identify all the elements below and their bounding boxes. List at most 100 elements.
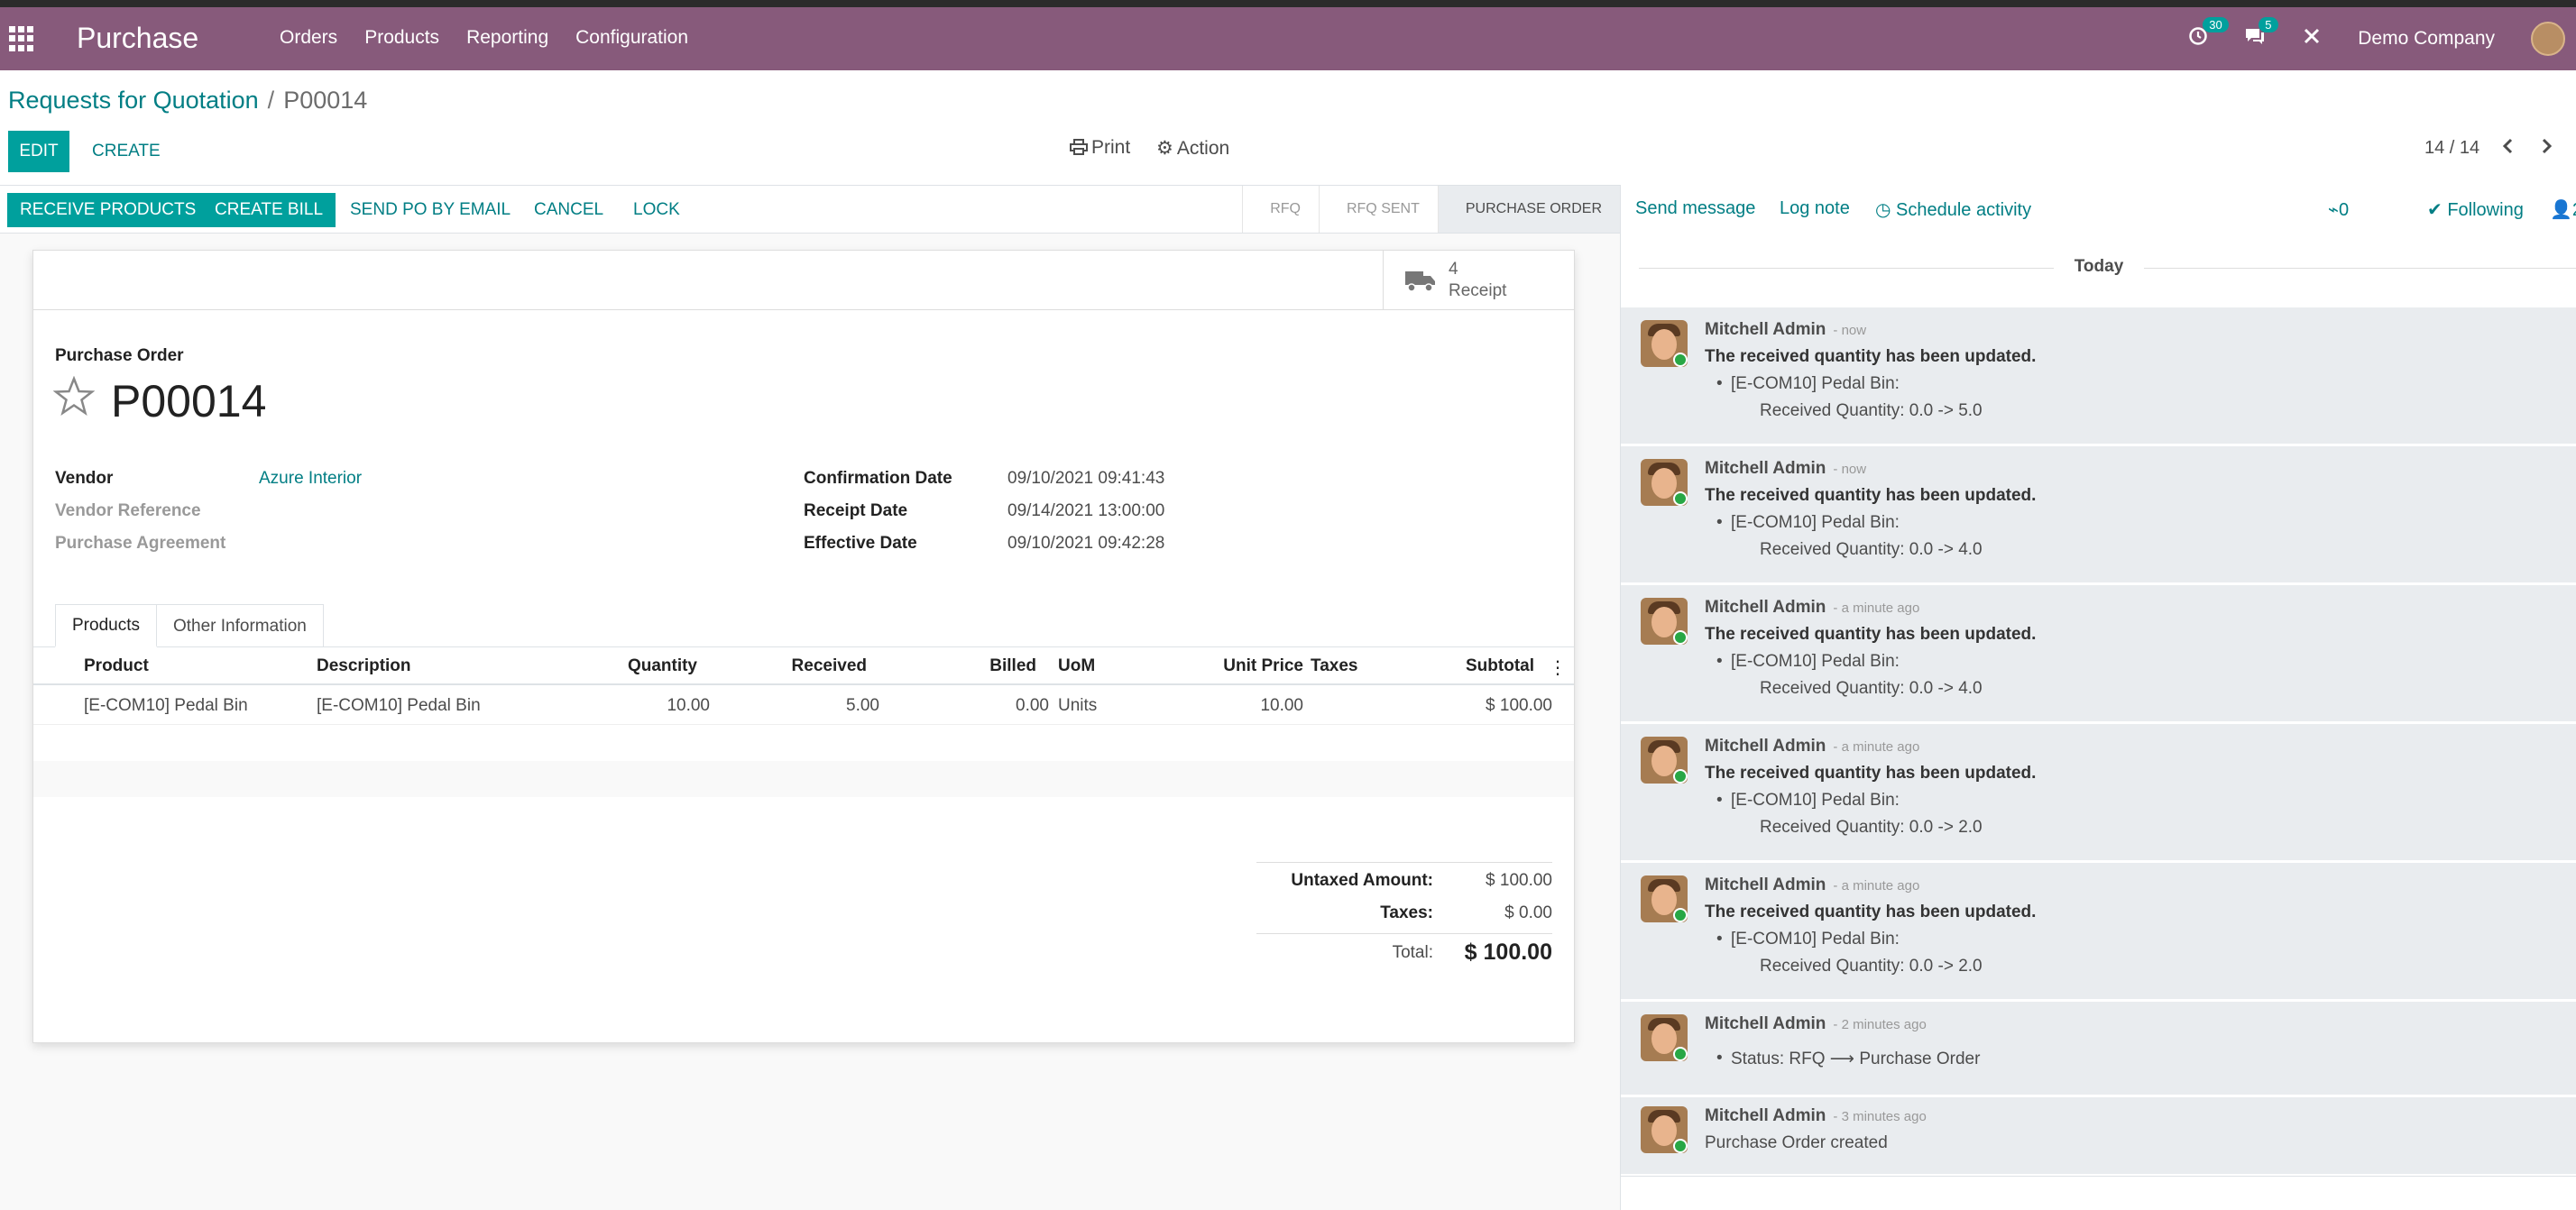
message-author[interactable]: Mitchell Admin - a minute ago [1705, 875, 1919, 895]
totals-divider [1256, 933, 1552, 934]
chatter-message[interactable]: Mitchell Admin - a minute ago The receive… [1621, 863, 2576, 1000]
confirmation-date-value: 09/10/2021 09:41:43 [1007, 469, 1165, 488]
receipt-date-label: Receipt Date [804, 501, 908, 520]
table-row[interactable]: [E-COM10] Pedal Bin [E-COM10] Pedal Bin … [33, 687, 1574, 725]
col-product[interactable]: Product [84, 656, 149, 676]
printer-icon [1070, 139, 1088, 155]
cell-billed: 0.00 [1016, 696, 1049, 715]
chatter-message[interactable]: Mitchell Admin - 2 minutes ago Status: RF… [1621, 1002, 2576, 1095]
print-label: Print [1091, 137, 1131, 158]
message-body: Purchase Order created [1705, 1133, 1888, 1152]
col-subtotal[interactable]: Subtotal [1466, 656, 1534, 676]
message-title: The received quantity has been updated. [1705, 347, 2037, 366]
print-dropdown[interactable]: Print [1070, 137, 1130, 159]
vendor-link[interactable]: Azure Interior [259, 469, 362, 489]
author-name: Mitchell Admin [1705, 875, 1826, 894]
user-avatar[interactable] [2531, 22, 2565, 56]
stage-purchase-order[interactable]: PURCHASE ORDER [1437, 186, 1620, 233]
lock-button[interactable]: LOCK [621, 193, 693, 227]
chatter-message[interactable]: Mitchell Admin - now The received quantit… [1621, 446, 2576, 583]
untaxed-amount-label: Untaxed Amount: [1291, 871, 1433, 890]
menu-configuration[interactable]: Configuration [575, 27, 688, 49]
action-dropdown[interactable]: ⚙ Action [1156, 137, 1229, 160]
col-billed[interactable]: Billed [989, 656, 1036, 676]
message-title: The received quantity has been updated. [1705, 625, 2037, 644]
total-label: Total: [1392, 943, 1433, 962]
app-name[interactable]: Purchase [77, 22, 198, 55]
purchase-agreement-label: Purchase Agreement [55, 534, 226, 553]
message-detail: Received Quantity: 0.0 -> 4.0 [1760, 679, 1983, 698]
message-date: - now [1833, 462, 1867, 477]
col-uom[interactable]: UoM [1058, 656, 1095, 676]
author-name: Mitchell Admin [1705, 737, 1826, 756]
chatter-topbar: Send message Log note ◷ Schedule activit… [1621, 185, 2576, 234]
chatter-message[interactable]: Mitchell Admin - 3 minutes ago Purchase O… [1621, 1097, 2576, 1175]
create-button[interactable]: CREATE [83, 131, 170, 172]
create-bill-button[interactable]: CREATE BILL [202, 193, 336, 227]
user-icon: 👤 [2550, 200, 2572, 220]
message-detail: Received Quantity: 0.0 -> 2.0 [1760, 957, 1983, 976]
message-author[interactable]: Mitchell Admin - 3 minutes ago [1705, 1106, 1927, 1126]
author-name: Mitchell Admin [1705, 1106, 1826, 1125]
cancel-button[interactable]: CANCEL [521, 193, 616, 227]
pager-previous-icon[interactable] [2500, 135, 2516, 163]
message-bullet: [E-COM10] Pedal Bin: [1716, 513, 1900, 533]
top-navbar: Purchase Orders Products Reporting Confi… [0, 7, 2576, 70]
breadcrumb-rfq-link[interactable]: Requests for Quotation [8, 87, 259, 114]
receive-products-button[interactable]: RECEIVE PRODUCTS [7, 193, 209, 227]
receipt-date-value: 09/14/2021 13:00:00 [1007, 501, 1165, 520]
chatter-message[interactable]: Mitchell Admin - now The received quantit… [1621, 307, 2576, 445]
tab-products[interactable]: Products [55, 604, 157, 647]
col-quantity[interactable]: Quantity [628, 656, 697, 676]
action-label: Action [1176, 138, 1230, 159]
message-date: - 2 minutes ago [1833, 1017, 1927, 1032]
author-name: Mitchell Admin [1705, 320, 1826, 339]
col-taxes[interactable]: Taxes [1311, 656, 1357, 676]
check-icon: ✔ [2427, 200, 2443, 220]
following-button[interactable]: ✔ Following [2427, 198, 2524, 221]
receipt-smart-button[interactable]: 4 Receipt [1383, 251, 1574, 310]
edit-button[interactable]: EDIT [8, 131, 69, 172]
col-received[interactable]: Received [792, 656, 867, 676]
followers-button[interactable]: 👤2 [2550, 198, 2576, 221]
activity-clock-icon[interactable]: 30 [2188, 16, 2229, 52]
debug-tools-icon[interactable] [2302, 26, 2322, 52]
company-switcher[interactable]: Demo Company [2358, 28, 2495, 50]
pager-next-icon[interactable] [2538, 135, 2554, 163]
message-author[interactable]: Mitchell Admin - now [1705, 320, 1866, 340]
stage-rfq-sent[interactable]: RFQ SENT [1318, 186, 1438, 233]
notebook-tabs: Products Other Information [55, 604, 324, 647]
receipt-label: Receipt [1449, 281, 1507, 300]
menu-products[interactable]: Products [364, 27, 439, 49]
log-note-button[interactable]: Log note [1780, 198, 1850, 219]
taxes-value: $ 0.00 [1504, 903, 1552, 922]
message-author[interactable]: Mitchell Admin - a minute ago [1705, 598, 1919, 618]
message-author[interactable]: Mitchell Admin - a minute ago [1705, 737, 1919, 756]
col-description[interactable]: Description [317, 656, 411, 676]
menu-orders[interactable]: Orders [280, 27, 337, 49]
messages-chat-icon[interactable]: 5 [2244, 16, 2278, 52]
message-author[interactable]: Mitchell Admin - now [1705, 459, 1866, 479]
attachments-button[interactable]: ⌁0 [2328, 198, 2349, 221]
send-po-email-button[interactable]: SEND PO BY EMAIL [337, 193, 523, 227]
message-date: - now [1833, 323, 1867, 338]
pager-value[interactable]: 14 / 14 [2424, 138, 2479, 159]
message-count-badge: 5 [2259, 16, 2278, 32]
optional-columns-icon[interactable]: ⋮ [1549, 656, 1567, 679]
apps-menu-icon[interactable] [9, 26, 34, 51]
clock-icon: ◷ [1875, 200, 1891, 220]
message-author[interactable]: Mitchell Admin - 2 minutes ago [1705, 1014, 1927, 1034]
stage-rfq[interactable]: RFQ [1242, 186, 1319, 233]
message-bullet: [E-COM10] Pedal Bin: [1716, 791, 1900, 811]
send-message-button[interactable]: Send message [1635, 198, 1755, 219]
schedule-activity-button[interactable]: ◷ Schedule activity [1875, 198, 2031, 221]
tab-other-information[interactable]: Other Information [156, 604, 324, 647]
message-bullet: [E-COM10] Pedal Bin: [1716, 652, 1900, 672]
favorite-star-icon[interactable] [52, 375, 96, 429]
menu-reporting[interactable]: Reporting [466, 27, 548, 49]
chatter-bottom-divider [1621, 1176, 2576, 1177]
author-name: Mitchell Admin [1705, 598, 1826, 617]
chatter-message[interactable]: Mitchell Admin - a minute ago The receive… [1621, 724, 2576, 861]
chatter-message[interactable]: Mitchell Admin - a minute ago The receive… [1621, 585, 2576, 722]
col-unit-price[interactable]: Unit Price [1223, 656, 1303, 676]
